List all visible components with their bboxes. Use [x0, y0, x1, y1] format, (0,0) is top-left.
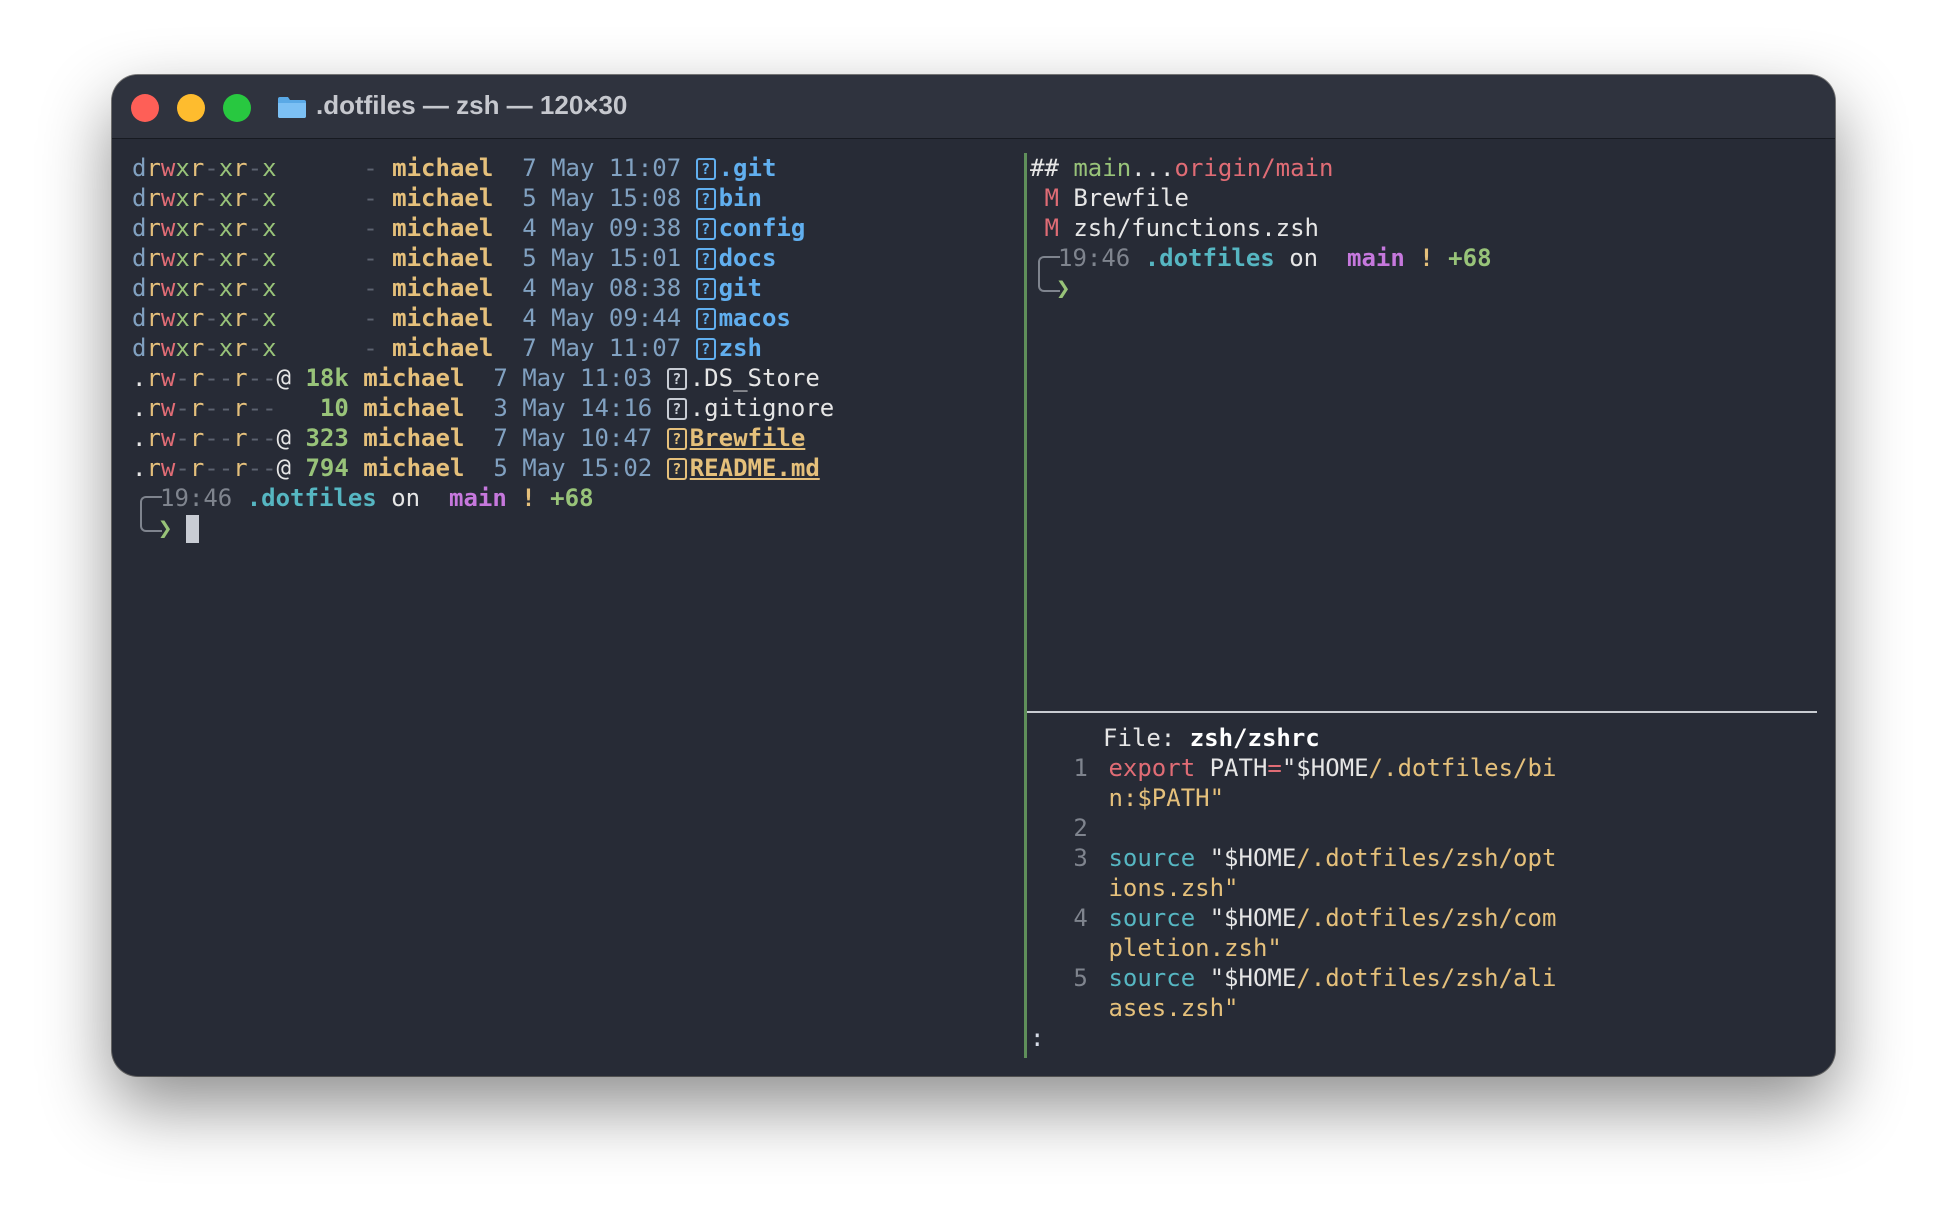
listing-row: .rw-r--r--@ 18k michael 7 May 11:03 ? .DS… [132, 364, 820, 392]
minimize-button[interactable] [177, 94, 205, 122]
pager-prompt[interactable]: : [1030, 1023, 1044, 1053]
code-line: pletion.zsh" [1030, 933, 1810, 963]
listing-name[interactable]: .git [719, 154, 777, 182]
folder-icon: ? [695, 218, 716, 240]
cursor[interactable] [186, 515, 200, 543]
listing-name[interactable]: bin [719, 184, 762, 212]
right-top-pane[interactable]: ## main...origin/main M Brewfile M zsh/f… [1030, 153, 1810, 303]
line-number: 4 [1030, 904, 1088, 932]
git-status-row: M zsh/functions.zsh [1044, 214, 1319, 242]
code-line: 5 source "$HOME/.dotfiles/zsh/ali [1030, 964, 1557, 992]
viewer-file-header: File: zsh/zshrc [1103, 724, 1320, 752]
listing-row: drwxr-xr-x - michael 7 May 11:07 ? .git [132, 154, 777, 182]
vertical-pane-divider[interactable] [1024, 153, 1027, 1058]
left-pane[interactable]: drwxr-xr-x - michael 7 May 11:07 ? .git dr… [132, 153, 1012, 543]
file-icon: ? [666, 458, 687, 480]
window-title: .dotfiles — zsh — 120×30 [316, 90, 628, 120]
line-number: 2 [1030, 814, 1088, 842]
listing-name[interactable]: zsh [719, 334, 762, 362]
listing-row: .rw-r--r--@ 323 michael 7 May 10:47 ? Bre… [132, 424, 806, 452]
folder-icon: ? [695, 338, 716, 360]
folder-icon: ? [695, 308, 716, 330]
horizontal-pane-divider[interactable] [1027, 711, 1817, 713]
listing-name[interactable]: docs [719, 244, 777, 272]
code-line: n:$PATH" [1030, 783, 1810, 813]
listing-row: drwxr-xr-x - michael 5 May 15:08 ? bin [132, 184, 762, 212]
prompt-arrow-icon: ❯ [1056, 274, 1071, 302]
code-line: 4 source "$HOME/.dotfiles/zsh/com [1030, 904, 1557, 932]
listing-name[interactable]: git [719, 274, 762, 302]
line-number: 5 [1030, 964, 1088, 992]
listing-name[interactable]: config [719, 214, 806, 242]
listing-row: drwxr-xr-x - michael 5 May 15:01 ? docs [132, 244, 777, 272]
listing-name[interactable]: .gitignore [690, 394, 835, 422]
listing-name[interactable]: Brewfile [690, 424, 806, 452]
prompt-arrow-icon: ❯ [158, 514, 173, 542]
listing-name[interactable]: macos [719, 304, 791, 332]
folder-icon: ? [695, 158, 716, 180]
folder-icon: ? [695, 188, 716, 210]
line-number [1030, 783, 1094, 813]
code-line: ions.zsh" [1030, 873, 1810, 903]
file-icon: ? [666, 368, 687, 390]
prompt: 19:46 .dotfiles on main ! +68 ❯ [1030, 243, 1810, 303]
listing-row: drwxr-xr-x - michael 7 May 11:07 ? zsh [132, 334, 762, 362]
close-button[interactable] [131, 94, 159, 122]
git-status-row: M Brewfile [1044, 184, 1189, 212]
line-number: 1 [1030, 754, 1088, 782]
listing-name[interactable]: README.md [690, 454, 820, 482]
line-number [1030, 993, 1094, 1023]
code-line: ases.zsh" [1030, 993, 1810, 1023]
line-number: 3 [1030, 844, 1088, 872]
folder-icon: ? [695, 278, 716, 300]
listing-row: drwxr-xr-x - michael 4 May 09:44 ? macos [132, 304, 791, 332]
listing-name[interactable]: .DS_Store [690, 364, 820, 392]
folder-icon [278, 97, 306, 118]
file-icon: ? [666, 398, 687, 420]
folder-icon: ? [695, 248, 716, 270]
prompt: 19:46 .dotfiles on main ! +68 ❯ [132, 483, 1012, 543]
listing-row: drwxr-xr-x - michael 4 May 08:38 ? git [132, 274, 762, 302]
listing-row: .rw-r--r--@ 794 michael 5 May 15:02 ? REA… [132, 454, 820, 482]
line-number [1030, 873, 1094, 903]
terminal-window: .dotfiles — zsh — 120×30 drwxr-xr-x - mi… [112, 75, 1835, 1076]
listing-row: drwxr-xr-x - michael 4 May 09:38 ? config [132, 214, 806, 242]
code-line: 3 source "$HOME/.dotfiles/zsh/opt [1030, 844, 1557, 872]
listing-row: .rw-r--r-- 10 michael 3 May 14:16 ? .giti… [132, 394, 835, 422]
git-status-header: ## main...origin/main [1030, 154, 1334, 182]
title-bar[interactable]: .dotfiles — zsh — 120×30 [112, 75, 1835, 139]
zoom-button[interactable] [223, 94, 251, 122]
code-line: 2 [1030, 813, 1810, 843]
code-line: 1 export PATH="$HOME/.dotfiles/bi [1030, 754, 1557, 782]
file-icon: ? [666, 428, 687, 450]
line-number [1030, 933, 1094, 963]
right-bottom-pane[interactable]: File: zsh/zshrc 1 export PATH="$HOME/.do… [1030, 723, 1810, 1023]
